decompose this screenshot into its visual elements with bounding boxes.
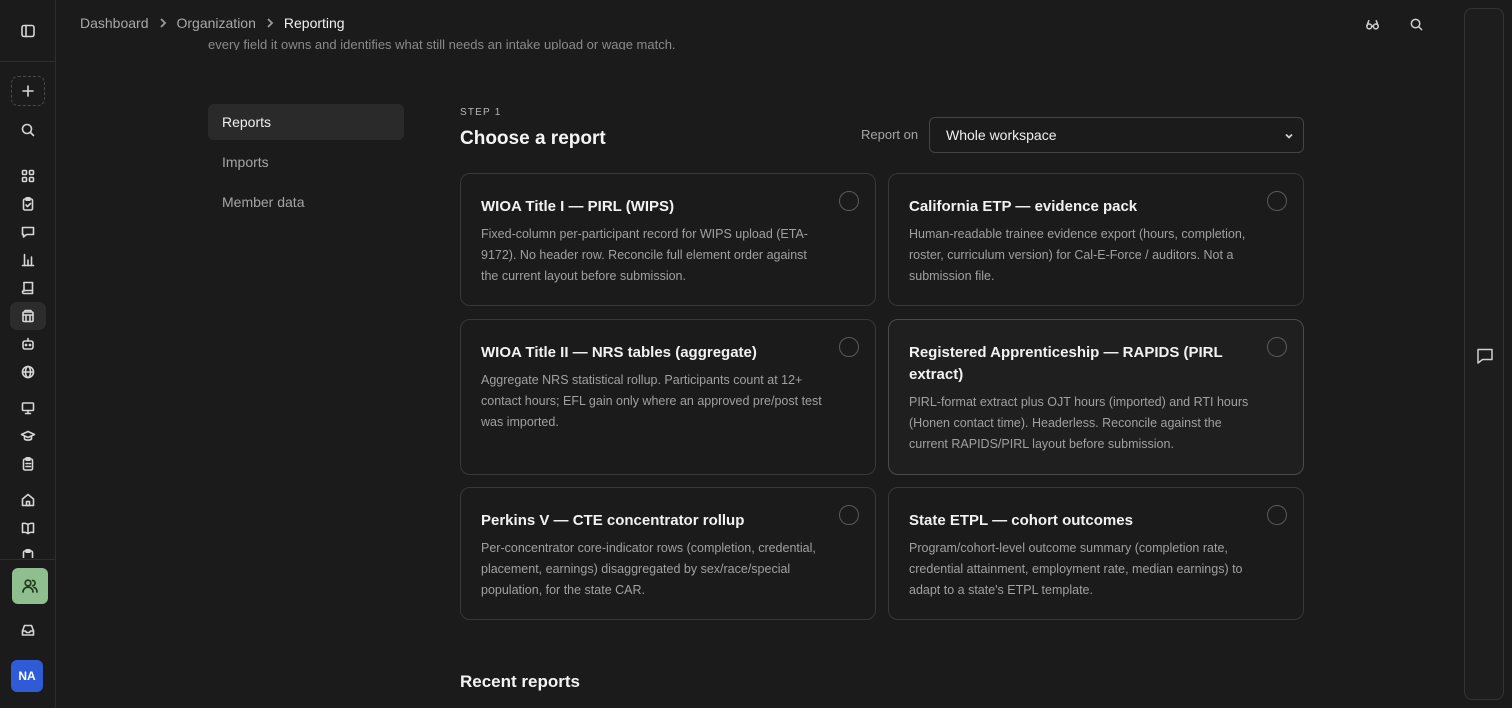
breadcrumb-current: Reporting [283, 15, 345, 31]
bar-chart-icon[interactable] [10, 246, 46, 274]
open-book-icon[interactable] [10, 514, 46, 542]
presentation-icon[interactable] [10, 394, 46, 422]
chat-icon[interactable] [1475, 346, 1495, 366]
toggle-sidebar-icon[interactable] [10, 17, 46, 45]
report-card-rapids[interactable]: Registered Apprenticeship — RAPIDS (PIRL… [888, 319, 1304, 475]
report-card-title: State ETPL — cohort outcomes [909, 512, 1133, 529]
section-nav: Reports Imports Member data [208, 104, 404, 224]
report-on-label: Report on [861, 127, 919, 142]
report-radio[interactable] [1267, 505, 1287, 525]
chevron-down-icon [1285, 133, 1293, 139]
page-title: Choose a report [460, 128, 606, 149]
report-card-title: Registered Apprenticeship — RAPIDS (PIRL… [909, 344, 1223, 383]
bot-icon[interactable] [10, 330, 46, 358]
glasses-icon[interactable] [1362, 14, 1382, 34]
add-icon[interactable] [11, 76, 45, 106]
report-radio[interactable] [1267, 191, 1287, 211]
clipboard-icon[interactable] [10, 542, 46, 558]
report-card-description: Per-concentrator core-indicator rows (co… [481, 541, 816, 597]
left-rail: NA [0, 0, 56, 708]
search-icon[interactable] [1406, 14, 1426, 34]
rail-divider [0, 61, 56, 62]
report-radio[interactable] [839, 337, 859, 357]
search-icon[interactable] [10, 116, 46, 144]
report-radio[interactable] [839, 191, 859, 211]
chevron-right-icon [159, 18, 166, 28]
right-panel [1464, 8, 1504, 700]
breadcrumb-organization[interactable]: Organization [177, 15, 256, 31]
report-card-description: PIRL-format extract plus OJT hours (impo… [909, 395, 1249, 451]
nav-item-reports[interactable]: Reports [208, 104, 404, 140]
clipboard-check-icon[interactable] [10, 190, 46, 218]
reporting-building-icon[interactable] [10, 302, 46, 330]
globe-icon[interactable] [10, 358, 46, 386]
nav-item-imports[interactable]: Imports [208, 144, 404, 180]
report-scope-value: Whole workspace [946, 127, 1057, 143]
report-card-california-etp[interactable]: California ETP — evidence pack Human-rea… [888, 173, 1304, 306]
report-card-title: WIOA Title I — PIRL (WIPS) [481, 198, 675, 215]
report-radio[interactable] [1267, 337, 1287, 357]
chevron-right-icon [267, 18, 274, 28]
inbox-icon[interactable] [10, 616, 46, 644]
report-card-title: WIOA Title II — NRS tables (aggregate) [481, 344, 757, 361]
report-card-title: Perkins V — CTE concentrator rollup [481, 512, 745, 529]
report-radio[interactable] [839, 505, 859, 525]
user-avatar[interactable]: NA [11, 660, 43, 692]
report-card-description: Program/cohort-level outcome summary (co… [909, 541, 1243, 597]
message-icon[interactable] [10, 218, 46, 246]
report-card-description: Human-readable trainee evidence export (… [909, 227, 1246, 283]
nav-item-member-data[interactable]: Member data [208, 184, 404, 220]
report-card-wioa-title-2[interactable]: WIOA Title II — NRS tables (aggregate) A… [460, 319, 876, 475]
breadcrumb: Dashboard Organization Reporting [80, 15, 345, 31]
breadcrumb-dashboard[interactable]: Dashboard [80, 15, 149, 31]
report-card-state-etpl[interactable]: State ETPL — cohort outcomes Program/coh… [888, 487, 1304, 620]
report-card-wioa-title-1[interactable]: WIOA Title I — PIRL (WIPS) Fixed-column … [460, 173, 876, 306]
intro-text: every field it owns and identifies what … [208, 38, 676, 50]
book-icon[interactable] [10, 274, 46, 302]
report-scope-select[interactable]: Whole workspace [929, 117, 1304, 153]
dashboard-grid-icon[interactable] [10, 162, 46, 190]
report-card-title: California ETP — evidence pack [909, 198, 1138, 215]
people-icon[interactable] [12, 568, 48, 604]
report-card-description: Fixed-column per-participant record for … [481, 227, 808, 283]
recent-reports-title: Recent reports [460, 672, 580, 691]
clipboard-list-icon[interactable] [10, 450, 46, 478]
graduation-cap-icon[interactable] [10, 422, 46, 450]
step-label: STEP 1 [460, 107, 502, 118]
home-icon[interactable] [10, 486, 46, 514]
report-card-perkins-v[interactable]: Perkins V — CTE concentrator rollup Per-… [460, 487, 876, 620]
rail-divider [0, 559, 56, 560]
report-card-description: Aggregate NRS statistical rollup. Partic… [481, 373, 822, 429]
